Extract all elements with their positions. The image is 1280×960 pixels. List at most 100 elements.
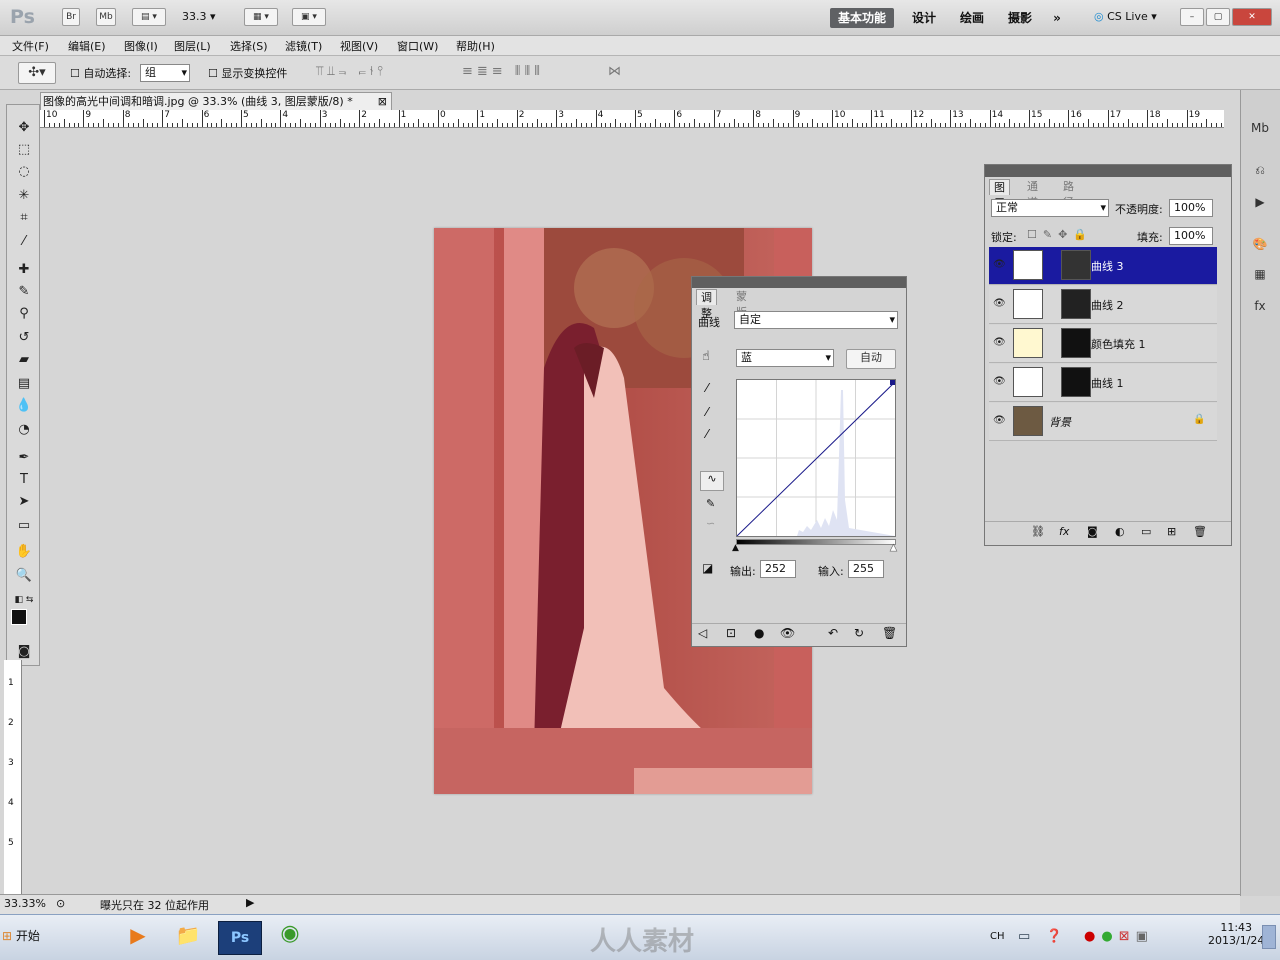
visibility-eye-icon[interactable]: 👁: [993, 337, 1006, 348]
distribute-icons[interactable]: ≡≣≡ ⦀⦀⦀: [462, 64, 544, 79]
white-point-eyedropper-icon[interactable]: ⁄: [706, 427, 708, 441]
default-colors-icon[interactable]: ◧ ⇆: [14, 591, 34, 609]
new-group-icon[interactable]: ▭: [1141, 525, 1151, 538]
eyedropper-tool-icon[interactable]: ⁄: [14, 233, 34, 251]
visibility-eye-icon[interactable]: 👁: [780, 626, 795, 640]
opacity-field[interactable]: 100%: [1169, 199, 1213, 217]
workspace-painting[interactable]: 绘画: [952, 8, 992, 28]
minimize-button[interactable]: –: [1180, 8, 1204, 26]
quick-select-tool-icon[interactable]: ✳: [14, 187, 34, 205]
mini-bridge-button[interactable]: Mb: [96, 8, 116, 26]
new-adjustment-icon[interactable]: ◐: [1115, 525, 1125, 538]
hand-tool-icon[interactable]: ✋: [14, 543, 34, 561]
gradient-tool-icon[interactable]: ▤: [14, 375, 34, 393]
zoom-status[interactable]: 33.33%: [4, 897, 46, 910]
history-panel-icon[interactable]: ⎌: [1249, 160, 1271, 180]
mini-bridge-panel-icon[interactable]: Mb: [1249, 118, 1271, 138]
clip-to-layer-icon[interactable]: ●: [754, 626, 764, 640]
move-tool-preset-button[interactable]: ✣▾: [18, 62, 56, 84]
dodge-tool-icon[interactable]: ◔: [14, 421, 34, 439]
app-globe-icon[interactable]: ◉: [270, 921, 310, 955]
foreground-color-swatch[interactable]: [11, 609, 27, 625]
mask-thumbnail[interactable]: [1061, 328, 1091, 358]
menu-file[interactable]: 文件(F): [12, 38, 49, 54]
pen-tool-icon[interactable]: ✒: [14, 449, 34, 467]
swatches-panel-icon[interactable]: ▦: [1249, 264, 1271, 284]
start-button[interactable]: ⊞ 开始: [2, 927, 40, 944]
screen-mode-button[interactable]: ▣ ▾: [292, 8, 326, 26]
add-mask-icon[interactable]: ◙: [1087, 525, 1098, 538]
styles-panel-icon[interactable]: fx: [1249, 296, 1271, 316]
curve-graph[interactable]: [736, 379, 896, 537]
back-arrow-icon[interactable]: ◁: [698, 626, 707, 640]
link-layers-icon[interactable]: ⛓: [1031, 525, 1045, 538]
document-tab[interactable]: 图像的高光中间调和暗调.jpg @ 33.3% (曲线 3, 图层蒙版/8) *…: [40, 92, 392, 110]
menu-help[interactable]: 帮助(H): [456, 38, 495, 54]
workspace-design[interactable]: 设计: [904, 8, 944, 28]
fill-field[interactable]: 100%: [1169, 227, 1213, 245]
tab-channels[interactable]: 通道: [1023, 179, 1042, 209]
menu-select[interactable]: 选择(S): [230, 38, 268, 54]
healing-brush-tool-icon[interactable]: ✚: [14, 261, 34, 279]
mask-thumbnail[interactable]: [1061, 250, 1091, 280]
photoshop-taskbar-button[interactable]: Ps: [218, 921, 262, 955]
workspace-more-icon[interactable]: »: [1046, 8, 1068, 28]
quick-mask-icon[interactable]: ◙: [14, 643, 34, 661]
marquee-tool-icon[interactable]: ⬚: [14, 141, 34, 159]
tab-layers[interactable]: 图层: [989, 179, 1010, 210]
show-desktop-button[interactable]: [1262, 925, 1276, 949]
eraser-tool-icon[interactable]: ▰: [14, 351, 34, 369]
output-value-field[interactable]: 252: [760, 560, 796, 578]
delete-layer-icon[interactable]: 🗑: [1193, 525, 1207, 538]
layer-row-curves-2[interactable]: 👁 曲线 2: [989, 286, 1217, 324]
arrange-documents-button[interactable]: ▦ ▾: [244, 8, 278, 26]
blend-mode-dropdown[interactable]: 正常 ▾: [991, 199, 1109, 217]
show-transform-checkbox[interactable]: ☐ 显示变换控件: [208, 65, 287, 81]
workspace-essentials[interactable]: 基本功能: [830, 8, 894, 28]
blur-tool-icon[interactable]: 💧: [14, 397, 34, 415]
align-icons[interactable]: ⫪⫫⫬ ⫭⫮⫯: [316, 64, 387, 79]
clock[interactable]: 11:43 2013/1/24: [1208, 921, 1264, 947]
adjustments-panel-header[interactable]: [692, 277, 906, 288]
visibility-eye-icon[interactable]: 👁: [993, 259, 1006, 270]
clone-stamp-tool-icon[interactable]: ⚲: [14, 305, 34, 323]
previous-state-icon[interactable]: ↶: [828, 626, 838, 640]
tab-masks[interactable]: 蒙版: [732, 289, 751, 319]
type-tool-icon[interactable]: T: [14, 471, 34, 489]
lock-icons[interactable]: ☐✎✥🔒: [1027, 228, 1093, 241]
expand-view-icon[interactable]: ⊡: [726, 626, 736, 640]
delete-adjustment-icon[interactable]: 🗑: [882, 626, 897, 640]
reset-icon[interactable]: ↻: [854, 626, 864, 640]
notification-icons[interactable]: ●●⊠▣: [1084, 929, 1154, 944]
path-select-tool-icon[interactable]: ➤: [14, 493, 34, 511]
explorer-icon[interactable]: 📁: [168, 923, 208, 953]
layers-panel-header[interactable]: [985, 165, 1231, 177]
view-extras-button[interactable]: ▤ ▾: [132, 8, 166, 26]
zoom-tool-icon[interactable]: 🔍: [14, 567, 34, 585]
tray-icons[interactable]: ▭ ❓: [1018, 929, 1069, 944]
color-panel-icon[interactable]: 🎨: [1249, 234, 1271, 254]
menu-image[interactable]: 图像(I): [124, 38, 158, 54]
black-point-eyedropper-icon[interactable]: ⁄: [706, 381, 708, 395]
targeted-adjust-icon[interactable]: ☝: [702, 349, 710, 364]
menu-window[interactable]: 窗口(W): [397, 38, 438, 54]
layer-row-color-fill-1[interactable]: 👁 颜色填充 1: [989, 325, 1217, 363]
close-button[interactable]: ✕: [1232, 8, 1272, 26]
mask-thumbnail[interactable]: [1061, 367, 1091, 397]
curve-points-tool-icon[interactable]: ∿: [700, 471, 724, 491]
input-value-field[interactable]: 255: [848, 560, 884, 578]
smooth-curve-icon[interactable]: ∽: [706, 517, 715, 530]
layer-row-curves-3[interactable]: 👁 曲线 3: [989, 247, 1217, 285]
layer-style-icon[interactable]: fx: [1059, 525, 1069, 538]
menu-filter[interactable]: 滤镜(T): [285, 38, 322, 54]
tab-adjustments[interactable]: 调整: [696, 289, 717, 320]
menu-layer[interactable]: 图层(L): [174, 38, 211, 54]
visibility-eye-icon[interactable]: 👁: [993, 298, 1006, 309]
layer-row-curves-1[interactable]: 👁 曲线 1: [989, 364, 1217, 402]
workspace-photography[interactable]: 摄影: [1000, 8, 1040, 28]
visibility-eye-icon[interactable]: 👁: [993, 415, 1006, 426]
auto-select-dropdown[interactable]: 组 ▾: [140, 64, 190, 82]
clipping-icon[interactable]: ◪: [702, 561, 713, 575]
crop-tool-icon[interactable]: ⌗: [14, 209, 34, 227]
layer-row-background[interactable]: 👁 背景 🔒: [989, 403, 1217, 441]
